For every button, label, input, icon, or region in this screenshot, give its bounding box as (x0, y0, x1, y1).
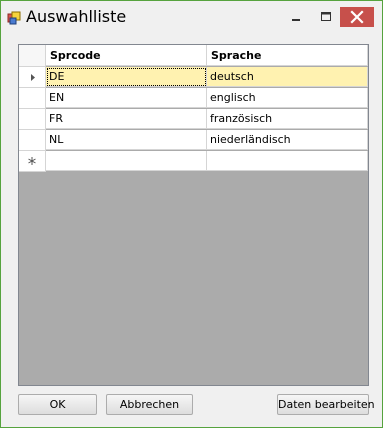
cell-sprache[interactable]: französisch (207, 109, 368, 129)
maximize-icon (321, 12, 331, 21)
edit-data-button[interactable]: Daten bearbeiten (277, 394, 375, 415)
maximize-button[interactable] (313, 7, 339, 27)
cell-sprcode[interactable]: EN (46, 88, 207, 108)
current-row-arrow-icon (31, 74, 35, 81)
cell-sprache[interactable]: deutsch (207, 67, 368, 87)
row-header[interactable] (19, 67, 46, 88)
dialog-window: Auswahlliste Sprcode Sprache DE deutsch … (0, 0, 383, 428)
data-grid[interactable]: Sprcode Sprache DE deutsch EN englisch F… (18, 44, 369, 386)
minimize-icon (292, 19, 300, 21)
column-header-sprcode[interactable]: Sprcode (46, 45, 207, 66)
ok-button[interactable]: OK (18, 394, 97, 415)
table-row[interactable]: NL niederländisch (19, 130, 368, 151)
table-row[interactable]: FR französisch (19, 109, 368, 130)
column-header-sprache[interactable]: Sprache (207, 45, 368, 66)
window-title: Auswahlliste (26, 7, 127, 26)
cell-sprache[interactable]: niederländisch (207, 130, 368, 150)
cancel-button[interactable]: Abbrechen (106, 394, 193, 415)
title-bar[interactable]: Auswahlliste (1, 1, 382, 34)
grid-body: Sprcode Sprache DE deutsch EN englisch F… (19, 45, 368, 385)
cell-sprcode[interactable]: DE (46, 67, 207, 87)
row-header[interactable] (19, 130, 46, 151)
cell-sprache[interactable]: englisch (207, 88, 368, 108)
new-row-asterisk-icon (28, 157, 36, 165)
row-header[interactable] (19, 88, 46, 109)
table-row[interactable]: EN englisch (19, 88, 368, 109)
new-row[interactable] (19, 151, 368, 172)
form-icon[interactable] (7, 10, 21, 25)
close-button[interactable] (340, 7, 374, 27)
grid-corner[interactable] (19, 45, 46, 67)
new-cell-sprcode[interactable] (46, 151, 207, 171)
grid-header: Sprcode Sprache (19, 45, 368, 67)
cell-sprcode[interactable]: FR (46, 109, 207, 129)
table-row[interactable]: DE deutsch (19, 67, 368, 88)
row-header[interactable] (19, 109, 46, 130)
cell-sprcode[interactable]: NL (46, 130, 207, 150)
minimize-button[interactable] (283, 7, 309, 27)
new-cell-sprache[interactable] (207, 151, 368, 171)
row-header[interactable] (19, 151, 46, 172)
close-icon (350, 10, 364, 24)
